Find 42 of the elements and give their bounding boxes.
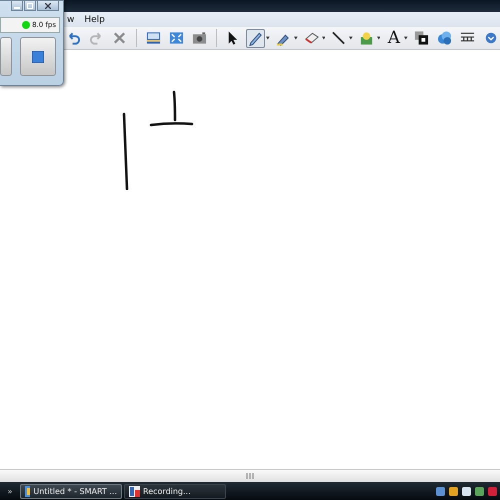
tray-icon[interactable] — [461, 486, 472, 496]
line-icon — [331, 30, 346, 46]
caret-icon[interactable] — [266, 36, 270, 40]
minimize-button[interactable] — [11, 1, 23, 11]
tray-icon[interactable] — [448, 486, 459, 496]
close-button[interactable] — [37, 1, 59, 11]
eraser-icon — [304, 30, 319, 46]
taskbar-button[interactable]: Untitled * - SMART ... — [20, 484, 122, 498]
pen-button[interactable] — [246, 28, 266, 48]
tray-icon[interactable] — [474, 486, 485, 496]
maximize-button[interactable] — [24, 1, 36, 11]
menu-item[interactable]: w — [67, 14, 74, 24]
caret-icon[interactable] — [404, 36, 408, 40]
screen-shade-icon — [146, 30, 161, 46]
caret-icon[interactable] — [349, 36, 353, 40]
text-tool-button[interactable]: A — [384, 28, 404, 48]
delete-icon — [112, 30, 127, 46]
close-icon — [45, 2, 51, 8]
stop-button[interactable] — [20, 37, 56, 76]
taskbar-button[interactable]: Recording... — [124, 484, 226, 498]
undo-icon — [66, 30, 81, 46]
taskbar-overflow[interactable]: » — [2, 486, 18, 496]
caret-icon[interactable] — [294, 36, 298, 40]
fullscreen-icon — [168, 30, 184, 46]
notebook-icon — [25, 486, 30, 496]
layer-button[interactable] — [412, 28, 431, 48]
shapes-icon — [358, 30, 374, 46]
globe-icon — [437, 30, 452, 46]
caret-icon[interactable] — [376, 36, 380, 40]
record-button[interactable] — [0, 37, 12, 76]
caret-icon[interactable] — [322, 36, 326, 40]
maximize-icon — [27, 2, 33, 8]
down-circle-icon — [484, 31, 498, 45]
scroll-grip-icon[interactable] — [246, 473, 254, 479]
layer-icon — [414, 30, 429, 46]
camera-icon — [192, 30, 207, 46]
recorder-icon — [129, 486, 140, 496]
pen-icon — [248, 30, 264, 46]
menu-item[interactable]: Help — [84, 14, 105, 24]
tray-icon[interactable] — [435, 486, 446, 496]
globe-button[interactable] — [435, 28, 454, 48]
redo-icon — [89, 30, 104, 46]
